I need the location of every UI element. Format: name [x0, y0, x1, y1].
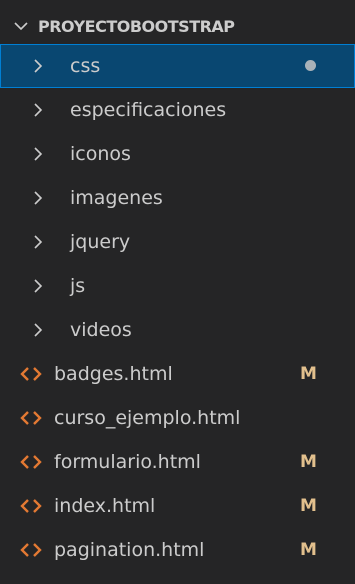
folder-label: imagenes [70, 187, 163, 209]
modified-badge: M [300, 496, 317, 516]
folder-label: css [70, 55, 101, 77]
html-file-icon [18, 528, 44, 572]
html-file-icon [18, 352, 44, 396]
folder-especificaciones[interactable]: especificaciones [0, 88, 355, 132]
file-index-html[interactable]: index.html M [0, 484, 355, 528]
chevron-right-icon[interactable] [18, 264, 58, 308]
chevron-down-icon[interactable] [12, 17, 30, 35]
project-title: PROYECTOBOOTSTRAP [38, 16, 235, 36]
chevron-right-icon[interactable] [18, 44, 58, 88]
chevron-right-icon[interactable] [18, 220, 58, 264]
file-label: formulario.html [54, 451, 201, 473]
file-label: index.html [54, 495, 156, 517]
modified-badge: M [300, 452, 317, 472]
file-label: pagination.html [54, 539, 205, 561]
html-file-icon [18, 440, 44, 484]
html-file-icon [18, 396, 44, 440]
explorer-section-header[interactable]: PROYECTOBOOTSTRAP [0, 8, 355, 44]
modified-badge: M [300, 364, 317, 384]
folder-label: iconos [70, 143, 131, 165]
folder-label: especificaciones [70, 99, 227, 121]
folder-iconos[interactable]: iconos [0, 132, 355, 176]
folder-imagenes[interactable]: imagenes [0, 176, 355, 220]
chevron-right-icon[interactable] [18, 176, 58, 220]
file-curso-ejemplo-html[interactable]: curso_ejemplo.html [0, 396, 355, 440]
file-label: curso_ejemplo.html [54, 407, 241, 429]
chevron-right-icon[interactable] [18, 88, 58, 132]
folder-videos[interactable]: videos [0, 308, 355, 352]
folder-css[interactable]: css [0, 44, 355, 88]
file-formulario-html[interactable]: formulario.html M [0, 440, 355, 484]
folder-label: jquery [70, 231, 131, 253]
file-explorer: PROYECTOBOOTSTRAP css especificaciones i… [0, 0, 355, 584]
folder-jquery[interactable]: jquery [0, 220, 355, 264]
modified-dot-indicator [305, 60, 316, 71]
html-file-icon [18, 484, 44, 528]
chevron-right-icon[interactable] [18, 132, 58, 176]
folder-label: videos [70, 319, 132, 341]
chevron-right-icon[interactable] [18, 308, 58, 352]
folder-js[interactable]: js [0, 264, 355, 308]
file-pagination-html[interactable]: pagination.html M [0, 528, 355, 572]
modified-badge: M [300, 540, 317, 560]
file-badges-html[interactable]: badges.html M [0, 352, 355, 396]
file-label: badges.html [54, 363, 173, 385]
folder-label: js [70, 275, 86, 297]
